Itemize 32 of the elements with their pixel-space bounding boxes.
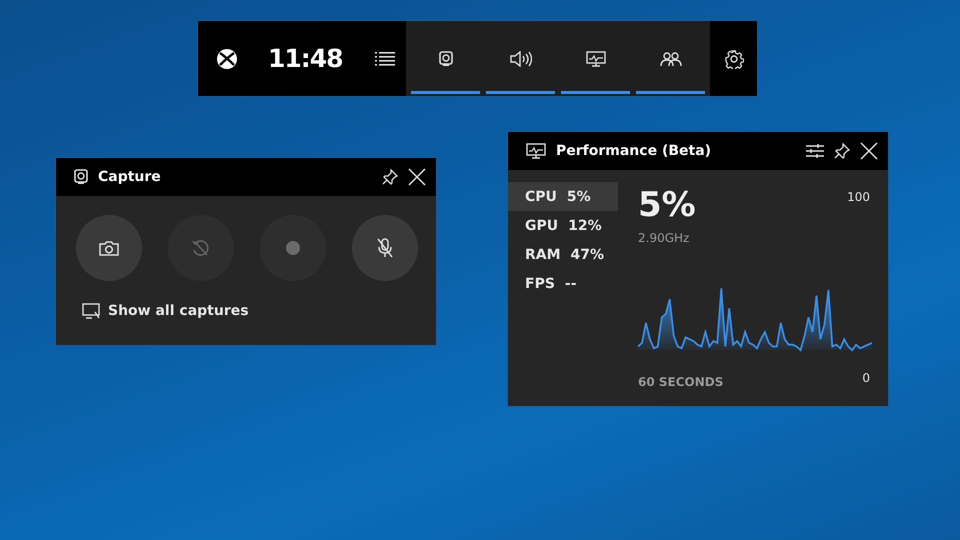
settings-sliders-icon[interactable] xyxy=(806,143,824,159)
speaker-icon xyxy=(510,50,532,66)
people-icon xyxy=(660,50,682,66)
pin-icon[interactable] xyxy=(382,169,398,185)
close-icon[interactable] xyxy=(408,168,426,186)
metric-tab[interactable]: GPU 12% xyxy=(508,211,618,240)
gallery-icon xyxy=(82,303,100,319)
camera-icon xyxy=(99,240,119,256)
cpu-usage-value: 5% xyxy=(638,185,696,225)
rewind-record-icon xyxy=(192,239,210,257)
close-icon[interactable] xyxy=(860,142,878,160)
show-captures-link[interactable]: Show all captures xyxy=(108,303,249,319)
axis-max-label: 100 xyxy=(847,190,870,204)
monitor-chart-icon xyxy=(526,143,546,159)
menu-icon[interactable] xyxy=(374,52,395,66)
capture-icon xyxy=(74,169,88,185)
record-icon xyxy=(286,241,300,255)
widget-title: Performance (Beta) xyxy=(556,143,712,159)
metric-tab[interactable]: RAM 47% xyxy=(508,240,618,269)
metric-tab[interactable]: FPS -- xyxy=(508,269,618,298)
mic-off-icon xyxy=(377,238,393,258)
metric-tab[interactable]: CPU 5% xyxy=(508,182,618,211)
frequency-text: 2.90GHz xyxy=(638,231,690,245)
time-span-label: 60 SECONDS xyxy=(638,375,724,389)
axis-min-label: 0 xyxy=(862,371,870,385)
capture-icon xyxy=(438,50,452,66)
xbox-logo-icon[interactable] xyxy=(216,48,238,70)
pin-icon[interactable] xyxy=(834,143,850,159)
settings-icon[interactable] xyxy=(724,48,744,68)
monitor-chart-icon xyxy=(586,50,606,66)
clock-text: 11:48 xyxy=(268,44,343,73)
widget-title: Capture xyxy=(98,169,162,185)
